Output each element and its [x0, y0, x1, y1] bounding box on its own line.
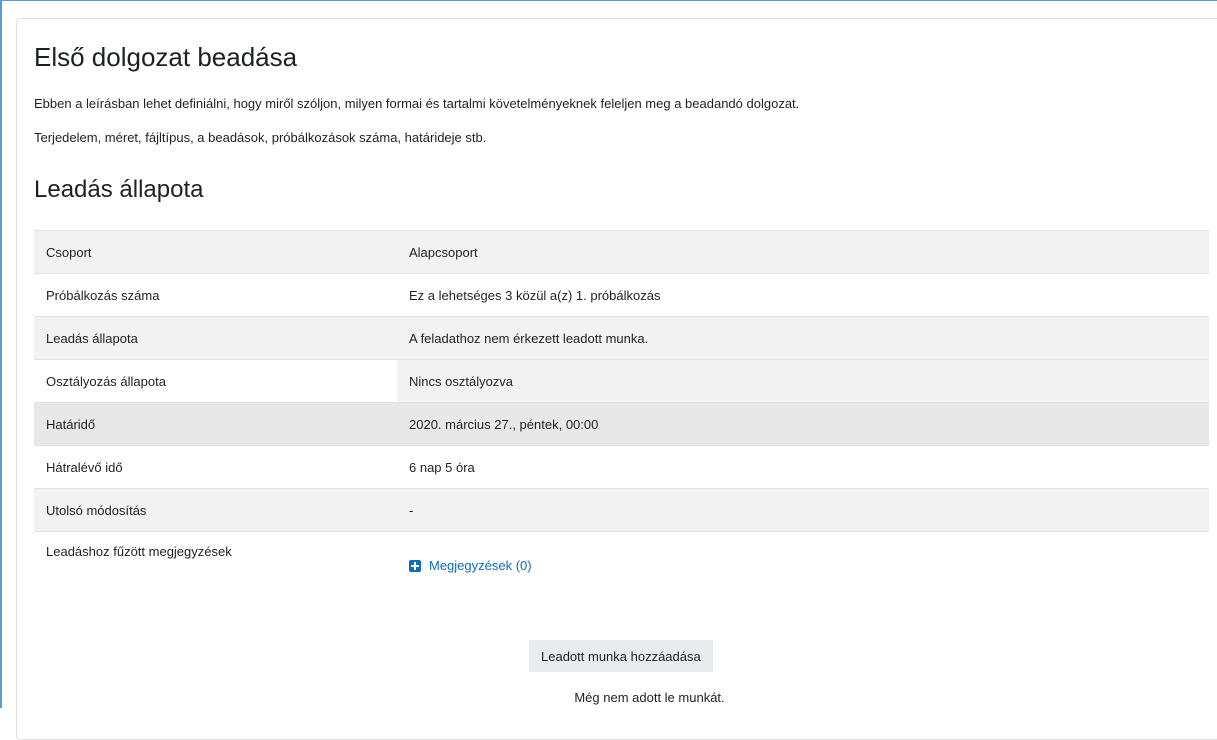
table-row: Osztályozás állapota Nincs osztályozva	[34, 359, 1209, 403]
intro-paragraph-2: Terjedelem, méret, fájltípus, a beadások…	[34, 130, 487, 145]
row-label: Határidő	[34, 402, 397, 446]
row-label: Leadás állapota	[34, 316, 397, 360]
table-row: Leadáshoz fűzött megjegyzések Megjegyzés…	[34, 531, 1209, 640]
submission-status-heading: Leadás állapota	[34, 176, 204, 203]
row-label: Próbálkozás száma	[34, 273, 397, 317]
table-row: Leadás állapota A feladathoz nem érkezet…	[34, 316, 1209, 360]
window-left-border	[0, 0, 2, 708]
table-row: Hátralévő idő 6 nap 5 óra	[34, 445, 1209, 489]
table-row: Próbálkozás száma Ez a lehetséges 3 közü…	[34, 273, 1209, 317]
row-label: Osztályozás állapota	[34, 359, 397, 403]
row-value: Ez a lehetséges 3 közül a(z) 1. próbálko…	[397, 273, 1209, 317]
row-label: Hátralévő idő	[34, 445, 397, 489]
row-label: Leadáshoz fűzött megjegyzések	[34, 531, 397, 640]
comments-link[interactable]: Megjegyzések (0)	[409, 558, 532, 573]
intro-paragraph-1: Ebben a leírásban lehet definiálni, hogy…	[34, 96, 800, 111]
table-row: Határidő 2020. március 27., péntek, 00:0…	[34, 402, 1209, 446]
row-value: A feladathoz nem érkezett leadott munka.	[397, 316, 1209, 360]
row-value: 6 nap 5 óra	[397, 445, 1209, 489]
comments-link-label: Megjegyzések (0)	[429, 558, 532, 573]
row-label: Utolsó módosítás	[34, 488, 397, 532]
submission-status-table: Csoport Alapcsoport Próbálkozás száma Ez…	[34, 230, 1209, 640]
plus-square-icon	[409, 559, 421, 572]
window-top-border	[0, 0, 1217, 1]
row-value: Megjegyzések (0)	[397, 531, 1209, 640]
page-title: Első dolgozat beadása	[34, 42, 298, 72]
row-value: -	[397, 488, 1209, 532]
grading-status-value: Nincs osztályozva	[397, 359, 1209, 403]
row-label: Csoport	[34, 230, 397, 274]
no-submission-note: Még nem adott le munkát.	[574, 690, 725, 705]
row-value: Alapcsoport	[397, 230, 1209, 274]
row-value: 2020. március 27., péntek, 00:00	[397, 402, 1209, 446]
add-submission-button[interactable]: Leadott munka hozzáadása	[529, 640, 713, 672]
table-row: Csoport Alapcsoport	[34, 230, 1209, 274]
table-row: Utolsó módosítás -	[34, 488, 1209, 532]
